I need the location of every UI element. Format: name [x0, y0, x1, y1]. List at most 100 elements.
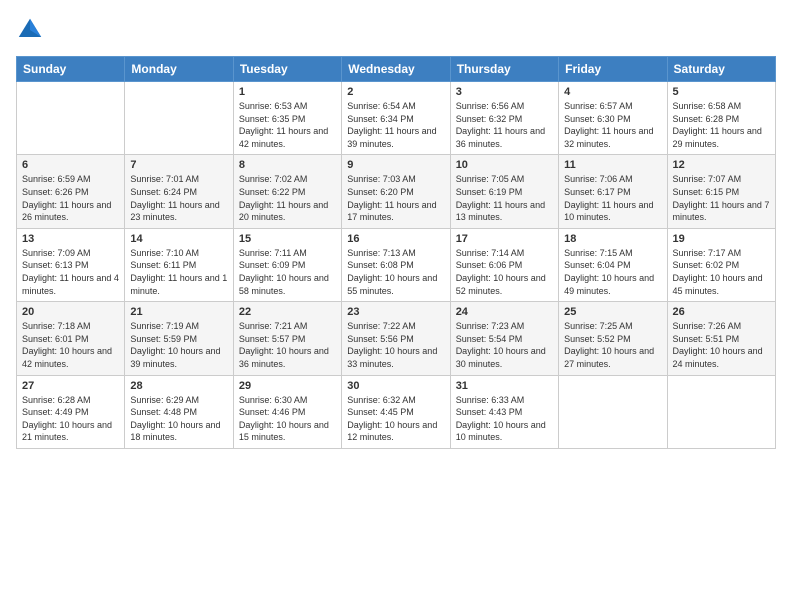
day-info: Sunrise: 6:58 AMSunset: 6:28 PMDaylight:…: [673, 100, 770, 150]
day-info: Sunrise: 7:10 AMSunset: 6:11 PMDaylight:…: [130, 247, 227, 297]
day-number: 31: [456, 380, 553, 392]
calendar-day-cell: 17 Sunrise: 7:14 AMSunset: 6:06 PMDayligh…: [450, 228, 558, 301]
calendar-day-cell: 15Sunrise: 7:11 AMSunset: 6:09 PMDayligh…: [233, 228, 341, 301]
day-number: 1: [239, 86, 336, 98]
day-of-week-header: Wednesday: [342, 57, 450, 82]
day-info: Sunrise: 7:23 AMSunset: 5:54 PMDaylight:…: [456, 320, 553, 370]
day-info: Sunrise: 6:53 AMSunset: 6:35 PMDaylight:…: [239, 100, 336, 150]
calendar-day-cell: 24 Sunrise: 7:23 AMSunset: 5:54 PMDayligh…: [450, 302, 558, 375]
day-number: 21: [130, 306, 227, 318]
calendar-day-cell: 23 Sunrise: 7:22 AMSunset: 5:56 PMDayligh…: [342, 302, 450, 375]
day-info: Sunrise: 7:09 AMSunset: 6:13 PMDaylight:…: [22, 247, 119, 297]
day-info: Sunrise: 6:56 AMSunset: 6:32 PMDaylight:…: [456, 100, 553, 150]
day-number: 9: [347, 159, 444, 171]
day-info: Sunrise: 6:32 AMSunset: 4:45 PMDaylight:…: [347, 394, 444, 444]
day-number: 6: [22, 159, 119, 171]
calendar-day-cell: [125, 82, 233, 155]
day-info: Sunrise: 7:15 AMSunset: 6:04 PMDaylight:…: [564, 247, 661, 297]
calendar-day-cell: 31 Sunrise: 6:33 AMSunset: 4:43 PMDayligh…: [450, 375, 558, 448]
calendar-day-cell: 30 Sunrise: 6:32 AMSunset: 4:45 PMDayligh…: [342, 375, 450, 448]
logo-icon: [16, 16, 44, 44]
day-number: 12: [673, 159, 770, 171]
day-number: 4: [564, 86, 661, 98]
day-number: 17: [456, 233, 553, 245]
calendar-day-cell: 11 Sunrise: 7:06 AMSunset: 6:17 PMDayligh…: [559, 155, 667, 228]
day-info: Sunrise: 6:54 AMSunset: 6:34 PMDaylight:…: [347, 100, 444, 150]
day-number: 5: [673, 86, 770, 98]
day-number: 24: [456, 306, 553, 318]
day-number: 30: [347, 380, 444, 392]
calendar-week-row: 27 Sunrise: 6:28 AMSunset: 4:49 PMDayligh…: [17, 375, 776, 448]
calendar-day-cell: 13Sunrise: 7:09 AMSunset: 6:13 PMDayligh…: [17, 228, 125, 301]
day-number: 10: [456, 159, 553, 171]
day-number: 14: [130, 233, 227, 245]
calendar-day-cell: 14 Sunrise: 7:10 AMSunset: 6:11 PMDayligh…: [125, 228, 233, 301]
calendar-day-cell: 4 Sunrise: 6:57 AMSunset: 6:30 PMDaylight…: [559, 82, 667, 155]
calendar-week-row: 1 Sunrise: 6:53 AMSunset: 6:35 PMDaylight…: [17, 82, 776, 155]
calendar-day-cell: 5 Sunrise: 6:58 AMSunset: 6:28 PMDaylight…: [667, 82, 775, 155]
day-info: Sunrise: 7:21 AMSunset: 5:57 PMDaylight:…: [239, 320, 336, 370]
day-number: 3: [456, 86, 553, 98]
calendar-day-cell: 10 Sunrise: 7:05 AMSunset: 6:19 PMDayligh…: [450, 155, 558, 228]
day-number: 19: [673, 233, 770, 245]
calendar-table: SundayMondayTuesdayWednesdayThursdayFrid…: [16, 56, 776, 449]
day-info: Sunrise: 7:22 AMSunset: 5:56 PMDaylight:…: [347, 320, 444, 370]
calendar-day-cell: 25 Sunrise: 7:25 AMSunset: 5:52 PMDayligh…: [559, 302, 667, 375]
day-info: Sunrise: 7:06 AMSunset: 6:17 PMDaylight:…: [564, 173, 661, 223]
day-of-week-header: Tuesday: [233, 57, 341, 82]
calendar-day-cell: 18 Sunrise: 7:15 AMSunset: 6:04 PMDayligh…: [559, 228, 667, 301]
day-info: Sunrise: 7:17 AMSunset: 6:02 PMDaylight:…: [673, 247, 770, 297]
day-number: 20: [22, 306, 119, 318]
calendar-day-cell: 21Sunrise: 7:19 AMSunset: 5:59 PMDayligh…: [125, 302, 233, 375]
calendar-day-cell: 19 Sunrise: 7:17 AMSunset: 6:02 PMDayligh…: [667, 228, 775, 301]
day-info: Sunrise: 7:05 AMSunset: 6:19 PMDaylight:…: [456, 173, 553, 223]
day-number: 29: [239, 380, 336, 392]
day-info: Sunrise: 7:14 AMSunset: 6:06 PMDaylight:…: [456, 247, 553, 297]
day-info: Sunrise: 6:33 AMSunset: 4:43 PMDaylight:…: [456, 394, 553, 444]
day-info: Sunrise: 7:13 AMSunset: 6:08 PMDaylight:…: [347, 247, 444, 297]
day-of-week-header: Saturday: [667, 57, 775, 82]
calendar-day-cell: 12Sunrise: 7:07 AMSunset: 6:15 PMDayligh…: [667, 155, 775, 228]
calendar-day-cell: 2 Sunrise: 6:54 AMSunset: 6:34 PMDaylight…: [342, 82, 450, 155]
day-info: Sunrise: 6:28 AMSunset: 4:49 PMDaylight:…: [22, 394, 119, 444]
calendar-day-cell: 3 Sunrise: 6:56 AMSunset: 6:32 PMDaylight…: [450, 82, 558, 155]
day-info: Sunrise: 7:02 AMSunset: 6:22 PMDaylight:…: [239, 173, 336, 223]
day-number: 25: [564, 306, 661, 318]
calendar-day-cell: [17, 82, 125, 155]
day-info: Sunrise: 6:30 AMSunset: 4:46 PMDaylight:…: [239, 394, 336, 444]
day-number: 22: [239, 306, 336, 318]
calendar-day-cell: 6 Sunrise: 6:59 AMSunset: 6:26 PMDaylight…: [17, 155, 125, 228]
calendar-day-cell: 1 Sunrise: 6:53 AMSunset: 6:35 PMDaylight…: [233, 82, 341, 155]
calendar-day-cell: 20Sunrise: 7:18 AMSunset: 6:01 PMDayligh…: [17, 302, 125, 375]
calendar-week-row: 13Sunrise: 7:09 AMSunset: 6:13 PMDayligh…: [17, 228, 776, 301]
day-number: 2: [347, 86, 444, 98]
day-number: 23: [347, 306, 444, 318]
day-info: Sunrise: 7:01 AMSunset: 6:24 PMDaylight:…: [130, 173, 227, 223]
day-number: 26: [673, 306, 770, 318]
day-info: Sunrise: 6:57 AMSunset: 6:30 PMDaylight:…: [564, 100, 661, 150]
day-number: 28: [130, 380, 227, 392]
calendar-week-row: 20Sunrise: 7:18 AMSunset: 6:01 PMDayligh…: [17, 302, 776, 375]
day-info: Sunrise: 6:59 AMSunset: 6:26 PMDaylight:…: [22, 173, 119, 223]
calendar-header-row: SundayMondayTuesdayWednesdayThursdayFrid…: [17, 57, 776, 82]
calendar-day-cell: [559, 375, 667, 448]
calendar-day-cell: 7 Sunrise: 7:01 AMSunset: 6:24 PMDaylight…: [125, 155, 233, 228]
day-number: 27: [22, 380, 119, 392]
day-info: Sunrise: 7:03 AMSunset: 6:20 PMDaylight:…: [347, 173, 444, 223]
page-header: [16, 16, 776, 44]
day-info: Sunrise: 7:26 AMSunset: 5:51 PMDaylight:…: [673, 320, 770, 370]
day-number: 15: [239, 233, 336, 245]
calendar-day-cell: 22 Sunrise: 7:21 AMSunset: 5:57 PMDayligh…: [233, 302, 341, 375]
day-of-week-header: Monday: [125, 57, 233, 82]
day-number: 7: [130, 159, 227, 171]
day-of-week-header: Sunday: [17, 57, 125, 82]
day-number: 18: [564, 233, 661, 245]
calendar-day-cell: 28Sunrise: 6:29 AMSunset: 4:48 PMDayligh…: [125, 375, 233, 448]
day-number: 11: [564, 159, 661, 171]
calendar-day-cell: [667, 375, 775, 448]
day-info: Sunrise: 7:25 AMSunset: 5:52 PMDaylight:…: [564, 320, 661, 370]
calendar-day-cell: 27 Sunrise: 6:28 AMSunset: 4:49 PMDayligh…: [17, 375, 125, 448]
day-of-week-header: Thursday: [450, 57, 558, 82]
calendar-day-cell: 26 Sunrise: 7:26 AMSunset: 5:51 PMDayligh…: [667, 302, 775, 375]
calendar-day-cell: 29 Sunrise: 6:30 AMSunset: 4:46 PMDayligh…: [233, 375, 341, 448]
